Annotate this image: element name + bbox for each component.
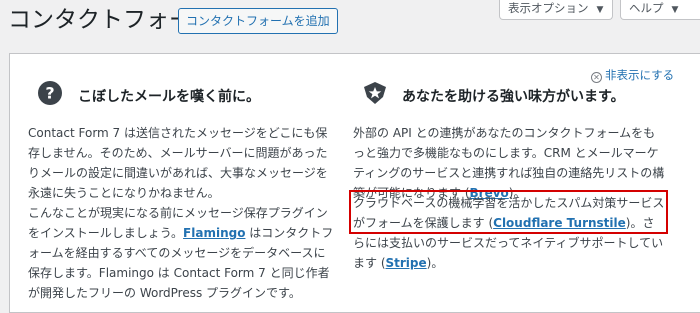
screen-options-tab[interactable]: 表示オプション ▼	[499, 0, 613, 20]
add-contact-form-button[interactable]: コンタクトフォームを追加	[178, 8, 338, 34]
stripe-link[interactable]: Stripe	[386, 256, 427, 270]
help-label: ヘルプ	[629, 1, 664, 15]
help-tab[interactable]: ヘルプ ▼	[620, 0, 700, 20]
screen-options-label: 表示オプション	[508, 1, 589, 15]
cloudflare-turnstile-link[interactable]: Cloudflare Turnstile	[493, 216, 626, 230]
dismiss-link[interactable]: ✕ 非表示にする	[591, 67, 674, 83]
right-paragraph-1: 外部の API との連携があなたのコンタクトフォームをもっと強力で多機能なものに…	[353, 123, 665, 203]
left-paragraph-1: Contact Form 7 は送信されたメッセージをどこにも保存しません。その…	[28, 126, 328, 200]
left-heading-text: こぼしたメールを嘆く前に。	[78, 89, 260, 105]
shield-icon	[364, 82, 386, 104]
left-paragraph-2: こんなことが現実になる前にメッセージ保存プラグインをインストールしましょう。Fl…	[28, 203, 334, 303]
flamingo-link[interactable]: Flamingo	[183, 226, 245, 240]
caret-down-icon: ▼	[671, 5, 679, 15]
right-heading-text: あなたを助ける強い味方がいます。	[402, 89, 625, 105]
help-circle-icon: ?	[38, 81, 62, 105]
caret-down-icon: ▼	[596, 5, 604, 15]
close-icon: ✕	[591, 72, 602, 83]
right-p2-text-c: )。	[426, 256, 444, 270]
svg-text:?: ?	[45, 84, 54, 103]
dismiss-label: 非表示にする	[605, 68, 675, 82]
right-paragraph-2: クラウドベースの機械学習を活かしたスパム対策サービスがフォームを保護します (C…	[353, 193, 665, 273]
